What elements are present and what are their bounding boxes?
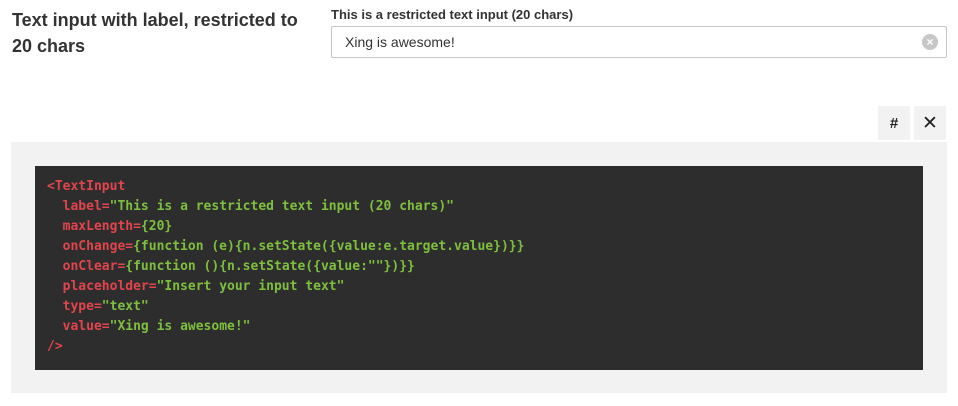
code-line: value="Xing is awesome!" — [47, 317, 911, 337]
input-wrapper: × — [331, 26, 947, 58]
field-label: This is a restricted text input (20 char… — [331, 7, 574, 22]
code-line: onClear={function (){n.setState({value:"… — [47, 257, 911, 277]
code-attr-value: "Insert your input text" — [156, 279, 345, 294]
code-panel: <TextInput label="This is a restricted t… — [11, 142, 947, 393]
code-attr-value: {function (e){n.setState({value:e.target… — [133, 239, 525, 254]
code-line: <TextInput — [47, 177, 911, 197]
code-block: <TextInput label="This is a restricted t… — [35, 166, 923, 370]
code-line: type="text" — [47, 297, 911, 317]
example-title: Text input with label, restricted to 20 … — [12, 10, 298, 56]
code-attr-name: value= — [47, 319, 110, 334]
code-line: placeholder="Insert your input text" — [47, 277, 911, 297]
code-attr-value: {function (){n.setState({value:""})}} — [125, 259, 415, 274]
code-attr-name: onClear= — [47, 259, 126, 274]
clear-icon[interactable]: × — [922, 34, 938, 50]
code-toolbar: # ✕ — [874, 106, 946, 140]
code-attr-value: "Xing is awesome!" — [109, 319, 251, 334]
code-line: /> — [47, 337, 911, 357]
code-attr-name: maxLength= — [47, 219, 141, 234]
code-line: label="This is a restricted text input (… — [47, 197, 911, 217]
code-attr-name: label= — [47, 199, 110, 214]
page: Text input with label, restricted to 20 … — [0, 0, 958, 406]
code-close-tag: /> — [47, 339, 63, 354]
code-attr-value: {20} — [140, 219, 173, 234]
close-code-button[interactable]: ✕ — [914, 106, 946, 140]
code-attr-name: placeholder= — [47, 279, 157, 294]
code-attr-value: "text" — [101, 299, 149, 314]
code-attr-value: "This is a restricted text input (20 cha… — [109, 199, 454, 214]
code-line: onChange={function (e){n.setState({value… — [47, 237, 911, 257]
code-attr-name: type= — [47, 299, 102, 314]
text-input-field: This is a restricted text input (20 char… — [331, 7, 947, 58]
code-line: maxLength={20} — [47, 217, 911, 237]
code-attr-name: onChange= — [47, 239, 134, 254]
restricted-text-input[interactable] — [331, 26, 947, 58]
hash-link-button[interactable]: # — [878, 106, 910, 140]
code-open-tag: <TextInput — [47, 179, 126, 194]
